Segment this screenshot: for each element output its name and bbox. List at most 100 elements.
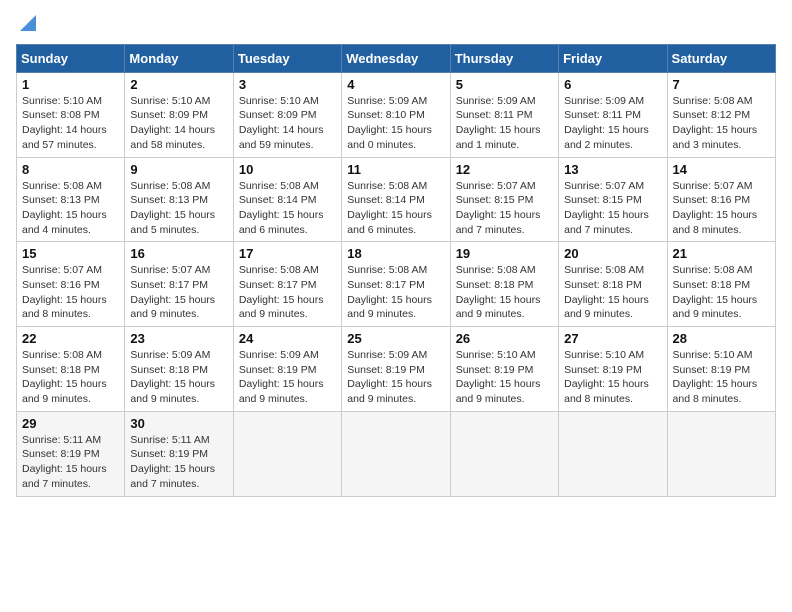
calendar-week-row: 22 Sunrise: 5:08 AM Sunset: 8:18 PM Dayl… — [17, 327, 776, 412]
day-info: Sunrise: 5:09 AM Sunset: 8:18 PM Dayligh… — [130, 348, 227, 407]
day-number: 23 — [130, 331, 227, 346]
calendar-day-cell — [667, 411, 775, 496]
day-number: 5 — [456, 77, 553, 92]
calendar-day-header: Saturday — [667, 44, 775, 72]
day-info: Sunrise: 5:08 AM Sunset: 8:13 PM Dayligh… — [22, 179, 119, 238]
calendar-day-cell: 7 Sunrise: 5:08 AM Sunset: 8:12 PM Dayli… — [667, 72, 775, 157]
day-number: 25 — [347, 331, 444, 346]
day-number: 15 — [22, 246, 119, 261]
day-info: Sunrise: 5:08 AM Sunset: 8:18 PM Dayligh… — [22, 348, 119, 407]
page-header — [16, 16, 776, 36]
day-info: Sunrise: 5:10 AM Sunset: 8:08 PM Dayligh… — [22, 94, 119, 153]
day-number: 17 — [239, 246, 336, 261]
calendar-day-header: Monday — [125, 44, 233, 72]
day-number: 16 — [130, 246, 227, 261]
day-info: Sunrise: 5:07 AM Sunset: 8:16 PM Dayligh… — [673, 179, 770, 238]
calendar-day-cell — [342, 411, 450, 496]
calendar-day-cell: 14 Sunrise: 5:07 AM Sunset: 8:16 PM Dayl… — [667, 157, 775, 242]
calendar-week-row: 15 Sunrise: 5:07 AM Sunset: 8:16 PM Dayl… — [17, 242, 776, 327]
day-info: Sunrise: 5:08 AM Sunset: 8:12 PM Dayligh… — [673, 94, 770, 153]
calendar-day-cell: 1 Sunrise: 5:10 AM Sunset: 8:08 PM Dayli… — [17, 72, 125, 157]
calendar-day-header: Sunday — [17, 44, 125, 72]
day-info: Sunrise: 5:08 AM Sunset: 8:18 PM Dayligh… — [564, 263, 661, 322]
calendar-day-cell — [233, 411, 341, 496]
day-info: Sunrise: 5:10 AM Sunset: 8:19 PM Dayligh… — [456, 348, 553, 407]
day-info: Sunrise: 5:08 AM Sunset: 8:14 PM Dayligh… — [239, 179, 336, 238]
day-number: 18 — [347, 246, 444, 261]
day-number: 12 — [456, 162, 553, 177]
calendar-day-cell: 22 Sunrise: 5:08 AM Sunset: 8:18 PM Dayl… — [17, 327, 125, 412]
calendar-day-cell: 16 Sunrise: 5:07 AM Sunset: 8:17 PM Dayl… — [125, 242, 233, 327]
calendar-day-cell: 25 Sunrise: 5:09 AM Sunset: 8:19 PM Dayl… — [342, 327, 450, 412]
day-number: 7 — [673, 77, 770, 92]
calendar-day-cell: 30 Sunrise: 5:11 AM Sunset: 8:19 PM Dayl… — [125, 411, 233, 496]
day-info: Sunrise: 5:09 AM Sunset: 8:19 PM Dayligh… — [347, 348, 444, 407]
day-number: 10 — [239, 162, 336, 177]
day-number: 4 — [347, 77, 444, 92]
calendar-table: SundayMondayTuesdayWednesdayThursdayFrid… — [16, 44, 776, 497]
calendar-day-cell: 17 Sunrise: 5:08 AM Sunset: 8:17 PM Dayl… — [233, 242, 341, 327]
day-info: Sunrise: 5:11 AM Sunset: 8:19 PM Dayligh… — [130, 433, 227, 492]
day-number: 27 — [564, 331, 661, 346]
calendar-day-header: Thursday — [450, 44, 558, 72]
day-number: 22 — [22, 331, 119, 346]
calendar-day-cell: 15 Sunrise: 5:07 AM Sunset: 8:16 PM Dayl… — [17, 242, 125, 327]
day-number: 13 — [564, 162, 661, 177]
calendar-day-cell: 27 Sunrise: 5:10 AM Sunset: 8:19 PM Dayl… — [559, 327, 667, 412]
day-info: Sunrise: 5:07 AM Sunset: 8:16 PM Dayligh… — [22, 263, 119, 322]
day-info: Sunrise: 5:09 AM Sunset: 8:19 PM Dayligh… — [239, 348, 336, 407]
day-info: Sunrise: 5:09 AM Sunset: 8:10 PM Dayligh… — [347, 94, 444, 153]
day-number: 20 — [564, 246, 661, 261]
day-number: 19 — [456, 246, 553, 261]
calendar-day-cell: 4 Sunrise: 5:09 AM Sunset: 8:10 PM Dayli… — [342, 72, 450, 157]
calendar-day-cell — [559, 411, 667, 496]
day-number: 26 — [456, 331, 553, 346]
logo — [16, 16, 38, 36]
calendar-day-cell: 19 Sunrise: 5:08 AM Sunset: 8:18 PM Dayl… — [450, 242, 558, 327]
calendar-day-cell: 3 Sunrise: 5:10 AM Sunset: 8:09 PM Dayli… — [233, 72, 341, 157]
day-number: 21 — [673, 246, 770, 261]
day-info: Sunrise: 5:08 AM Sunset: 8:17 PM Dayligh… — [239, 263, 336, 322]
day-info: Sunrise: 5:08 AM Sunset: 8:13 PM Dayligh… — [130, 179, 227, 238]
calendar-day-cell: 13 Sunrise: 5:07 AM Sunset: 8:15 PM Dayl… — [559, 157, 667, 242]
calendar-day-cell: 18 Sunrise: 5:08 AM Sunset: 8:17 PM Dayl… — [342, 242, 450, 327]
calendar-day-cell: 21 Sunrise: 5:08 AM Sunset: 8:18 PM Dayl… — [667, 242, 775, 327]
calendar-day-cell: 29 Sunrise: 5:11 AM Sunset: 8:19 PM Dayl… — [17, 411, 125, 496]
day-number: 6 — [564, 77, 661, 92]
day-number: 24 — [239, 331, 336, 346]
day-info: Sunrise: 5:07 AM Sunset: 8:17 PM Dayligh… — [130, 263, 227, 322]
day-number: 8 — [22, 162, 119, 177]
day-number: 11 — [347, 162, 444, 177]
calendar-header-row: SundayMondayTuesdayWednesdayThursdayFrid… — [17, 44, 776, 72]
calendar-day-cell: 5 Sunrise: 5:09 AM Sunset: 8:11 PM Dayli… — [450, 72, 558, 157]
calendar-day-cell: 2 Sunrise: 5:10 AM Sunset: 8:09 PM Dayli… — [125, 72, 233, 157]
calendar-day-cell: 23 Sunrise: 5:09 AM Sunset: 8:18 PM Dayl… — [125, 327, 233, 412]
calendar-day-cell — [450, 411, 558, 496]
day-info: Sunrise: 5:08 AM Sunset: 8:18 PM Dayligh… — [673, 263, 770, 322]
day-info: Sunrise: 5:11 AM Sunset: 8:19 PM Dayligh… — [22, 433, 119, 492]
calendar-week-row: 8 Sunrise: 5:08 AM Sunset: 8:13 PM Dayli… — [17, 157, 776, 242]
day-info: Sunrise: 5:08 AM Sunset: 8:17 PM Dayligh… — [347, 263, 444, 322]
calendar-week-row: 29 Sunrise: 5:11 AM Sunset: 8:19 PM Dayl… — [17, 411, 776, 496]
day-info: Sunrise: 5:10 AM Sunset: 8:19 PM Dayligh… — [564, 348, 661, 407]
calendar-day-cell: 24 Sunrise: 5:09 AM Sunset: 8:19 PM Dayl… — [233, 327, 341, 412]
calendar-day-cell: 20 Sunrise: 5:08 AM Sunset: 8:18 PM Dayl… — [559, 242, 667, 327]
calendar-day-cell: 9 Sunrise: 5:08 AM Sunset: 8:13 PM Dayli… — [125, 157, 233, 242]
day-info: Sunrise: 5:09 AM Sunset: 8:11 PM Dayligh… — [456, 94, 553, 153]
calendar-day-cell: 26 Sunrise: 5:10 AM Sunset: 8:19 PM Dayl… — [450, 327, 558, 412]
calendar-day-cell: 6 Sunrise: 5:09 AM Sunset: 8:11 PM Dayli… — [559, 72, 667, 157]
day-number: 30 — [130, 416, 227, 431]
calendar-day-cell: 10 Sunrise: 5:08 AM Sunset: 8:14 PM Dayl… — [233, 157, 341, 242]
day-info: Sunrise: 5:08 AM Sunset: 8:18 PM Dayligh… — [456, 263, 553, 322]
day-number: 3 — [239, 77, 336, 92]
day-info: Sunrise: 5:10 AM Sunset: 8:09 PM Dayligh… — [239, 94, 336, 153]
day-info: Sunrise: 5:10 AM Sunset: 8:09 PM Dayligh… — [130, 94, 227, 153]
day-info: Sunrise: 5:10 AM Sunset: 8:19 PM Dayligh… — [673, 348, 770, 407]
day-info: Sunrise: 5:07 AM Sunset: 8:15 PM Dayligh… — [564, 179, 661, 238]
day-number: 14 — [673, 162, 770, 177]
calendar-week-row: 1 Sunrise: 5:10 AM Sunset: 8:08 PM Dayli… — [17, 72, 776, 157]
day-number: 1 — [22, 77, 119, 92]
calendar-day-header: Wednesday — [342, 44, 450, 72]
day-info: Sunrise: 5:09 AM Sunset: 8:11 PM Dayligh… — [564, 94, 661, 153]
calendar-day-cell: 11 Sunrise: 5:08 AM Sunset: 8:14 PM Dayl… — [342, 157, 450, 242]
